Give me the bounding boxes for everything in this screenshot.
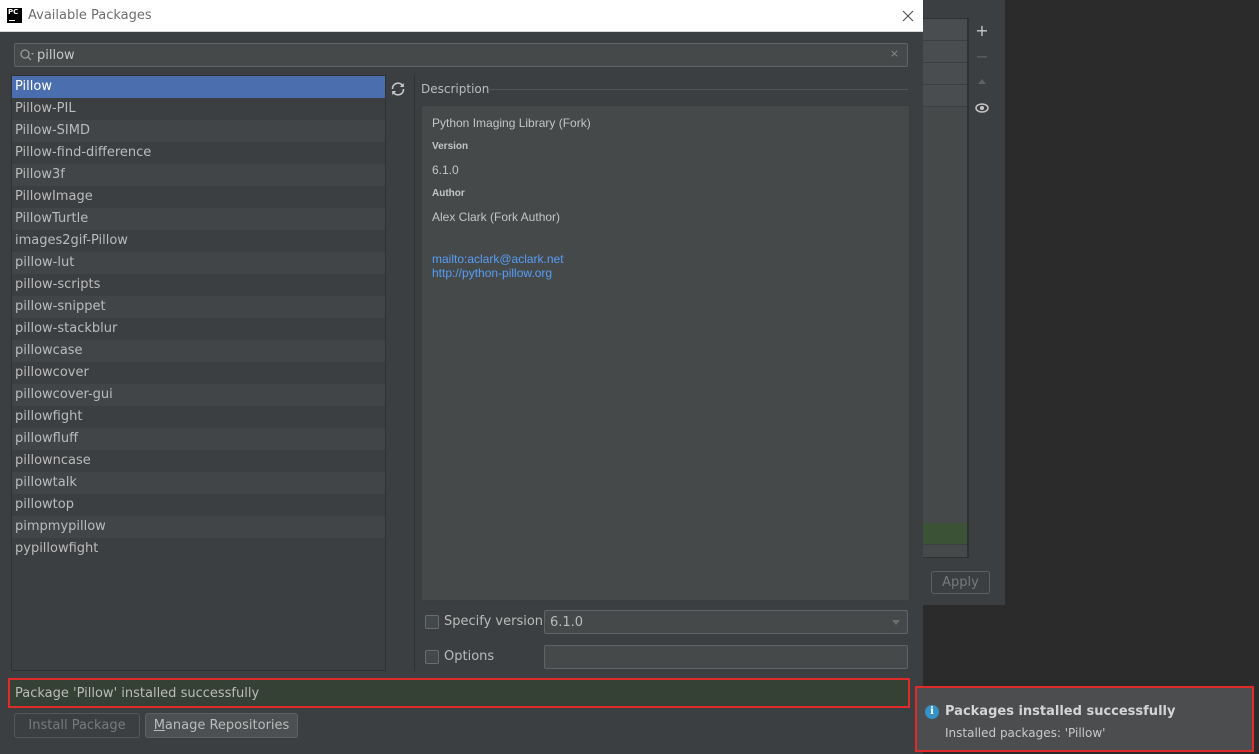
search-input[interactable]	[37, 46, 877, 64]
package-toolbar: + −	[968, 18, 994, 558]
package-list-item[interactable]: pypillowfight	[12, 538, 385, 560]
package-list-item[interactable]: pillowcase	[12, 340, 385, 362]
package-list-item[interactable]: Pillow	[12, 76, 385, 98]
package-list-item[interactable]: pillowcover-gui	[12, 384, 385, 406]
package-list-item[interactable]: pillow-scripts	[12, 274, 385, 296]
package-list-item[interactable]: pillowncase	[12, 450, 385, 472]
description-label: Description	[421, 82, 490, 96]
upgrade-package-icon	[969, 70, 995, 96]
package-list-item[interactable]: pillow-stackblur	[12, 318, 385, 340]
options-checkbox[interactable]	[425, 650, 439, 664]
package-list-item[interactable]: Pillow-SIMD	[12, 120, 385, 142]
package-list-item[interactable]: Pillow-PIL	[12, 98, 385, 120]
install-notification[interactable]: i Packages installed successfully Instal…	[915, 686, 1254, 752]
specify-version-checkbox[interactable]	[425, 615, 439, 629]
installed-packages-table	[922, 18, 968, 558]
available-packages-dialog: PC Available Packages × PillowPillow-PIL…	[0, 0, 923, 754]
info-icon: i	[925, 705, 939, 719]
version-dropdown-value: 6.1.0	[550, 615, 584, 630]
close-icon[interactable]	[896, 5, 920, 27]
remove-package-icon: −	[975, 47, 989, 66]
version-value: 6.1.0	[432, 163, 459, 177]
manage-repositories-button[interactable]: Manage Repositories	[145, 713, 298, 738]
package-list-item[interactable]: pillow-snippet	[12, 296, 385, 318]
clear-search-icon[interactable]: ×	[890, 47, 899, 60]
apply-button[interactable]: Apply	[931, 571, 990, 594]
version-heading: Version	[432, 141, 469, 152]
options-input[interactable]	[544, 645, 908, 669]
version-dropdown[interactable]: 6.1.0	[544, 610, 908, 634]
author-heading: Author	[432, 188, 465, 199]
install-status-bar: Package 'Pillow' installed successfully	[8, 678, 910, 708]
package-list-item[interactable]: images2gif-Pillow	[12, 230, 385, 252]
background-settings-window: + − Apply	[922, 0, 1006, 605]
search-icon	[19, 48, 35, 66]
splitter[interactable]	[414, 75, 415, 671]
add-package-icon[interactable]: +	[969, 18, 995, 44]
desktop-background	[1006, 0, 1259, 685]
show-early-releases-eye-icon[interactable]	[969, 96, 995, 122]
package-search-box[interactable]: ×	[14, 43, 908, 67]
package-list[interactable]: Pillow Pillow-PIL Pillow-SIMD Pillow-find-d…	[11, 75, 386, 671]
package-summary: Python Imaging Library (Fork)	[432, 116, 591, 130]
pycharm-logo: PC	[7, 8, 22, 23]
reload-list-icon[interactable]	[389, 80, 407, 98]
package-list-item[interactable]: pillowfight	[12, 406, 385, 428]
package-list-item[interactable]: PillowImage	[12, 186, 385, 208]
package-list-item[interactable]: pillowcover	[12, 362, 385, 384]
options-label: Options	[444, 649, 495, 664]
email-link[interactable]: mailto:aclark@aclark.net	[432, 252, 564, 266]
install-package-button[interactable]: Install Package	[14, 713, 140, 738]
package-list-item[interactable]: pimpmypillow	[12, 516, 385, 538]
author-value: Alex Clark (Fork Author)	[432, 210, 561, 224]
notification-body: Installed packages: 'Pillow'	[945, 726, 1106, 740]
package-list-item[interactable]: pillowfluff	[12, 428, 385, 450]
notification-title: Packages installed successfully	[945, 704, 1176, 719]
package-list-item[interactable]: pillowtop	[12, 494, 385, 516]
package-list-item[interactable]: pillow-lut	[12, 252, 385, 274]
homepage-link[interactable]: http://python-pillow.org	[432, 266, 552, 280]
status-message: Package 'Pillow' installed successfully	[15, 686, 260, 701]
package-list-item[interactable]: pillowtalk	[12, 472, 385, 494]
installed-row-highlight	[923, 523, 967, 545]
chevron-down-icon	[892, 620, 900, 625]
package-list-item[interactable]: PillowTurtle	[12, 208, 385, 230]
specify-version-label: Specify version	[444, 614, 544, 629]
package-list-item[interactable]: Pillow3f	[12, 164, 385, 186]
window-title: Available Packages	[28, 8, 152, 23]
title-bar: PC Available Packages	[0, 0, 923, 32]
description-panel: Python Imaging Library (Fork) Version 6.…	[421, 105, 910, 601]
description-separator	[488, 89, 908, 90]
package-list-item[interactable]: Pillow-find-difference	[12, 142, 385, 164]
